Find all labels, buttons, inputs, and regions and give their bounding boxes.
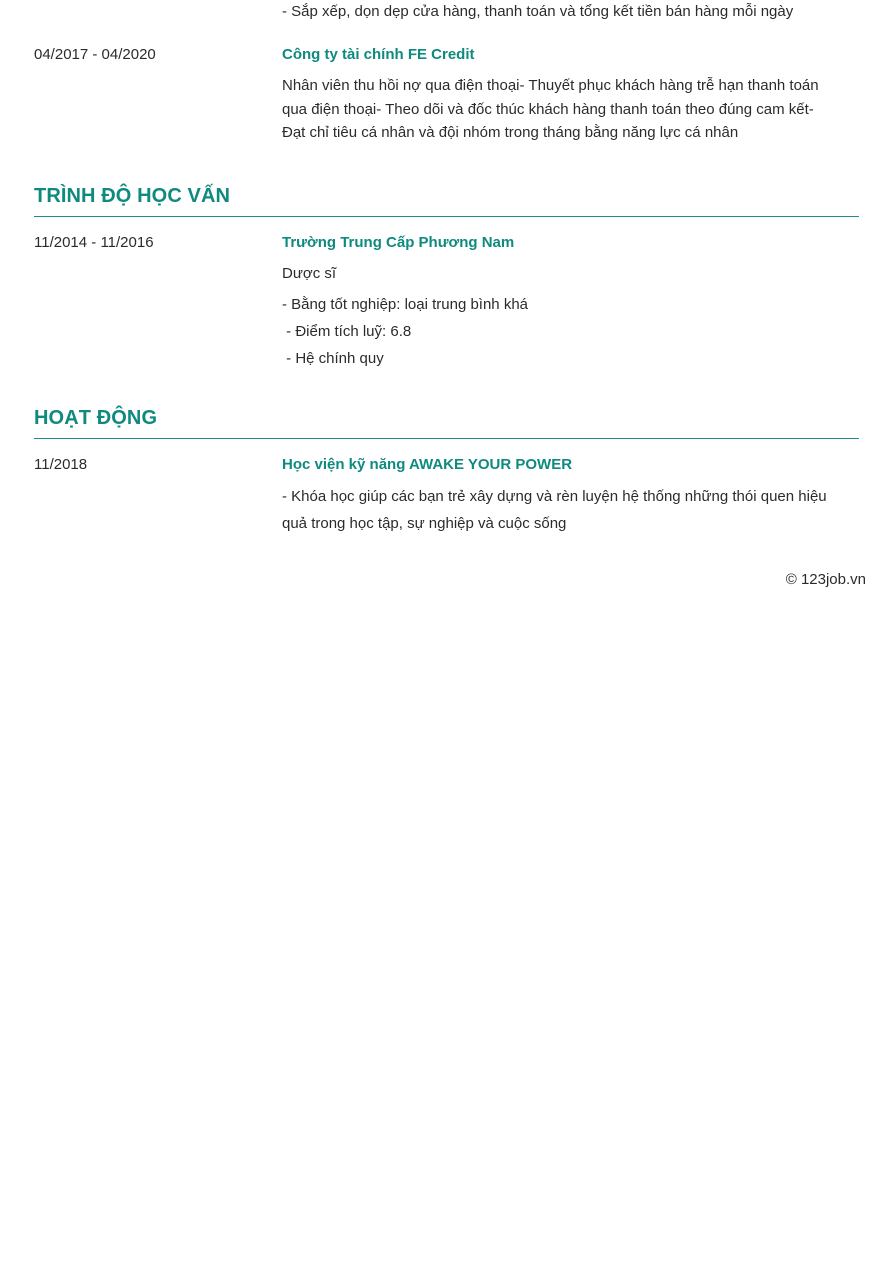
education-detail-line: - Hệ chính quy [282, 350, 384, 367]
activity-desc-line: quả trong học tập, sự nghiệp và cuộc sốn… [282, 515, 567, 532]
experience-desc-line: Nhân viên thu hồi nợ qua điện thoại- Thu… [282, 77, 819, 94]
education-section-title: TRÌNH ĐỘ HỌC VẤN [34, 185, 231, 207]
activity-desc-line: - Khóa học giúp các bạn trẻ xây dựng và … [282, 488, 827, 505]
experience-date: 04/2017 - 04/2020 [34, 46, 156, 63]
education-section-divider [34, 216, 859, 217]
education-date: 11/2014 - 11/2016 [34, 234, 154, 251]
activities-section-title: HOẠT ĐỘNG [34, 407, 158, 429]
activity-date: 11/2018 [34, 456, 88, 473]
activity-name: Học viện kỹ năng AWAKE YOUR POWER [282, 456, 573, 473]
experience-company: Công ty tài chính FE Credit [282, 46, 475, 63]
experience-desc-line: qua điện thoại- Theo dõi và đốc thúc khá… [282, 100, 814, 118]
experience-desc-line: Đạt chỉ tiêu cá nhân và đội nhóm trong t… [282, 124, 739, 141]
experience-prev-tail-line: - Sắp xếp, dọn dẹp cửa hàng, thanh toán … [282, 3, 794, 20]
education-detail-line: - Bằng tốt nghiệp: loại trung bình khá [282, 296, 529, 313]
footer-copyright: © 123job.vn [785, 571, 866, 588]
education-school: Trường Trung Cấp Phương Nam [282, 234, 515, 251]
activities-section-divider [34, 438, 859, 439]
education-major: Dược sĩ [282, 265, 337, 282]
experience-description: Nhân viên thu hồi nợ qua điện thoại- Thu… [282, 74, 819, 145]
education-detail-line: - Điểm tích luỹ: 6.8 [282, 323, 412, 340]
